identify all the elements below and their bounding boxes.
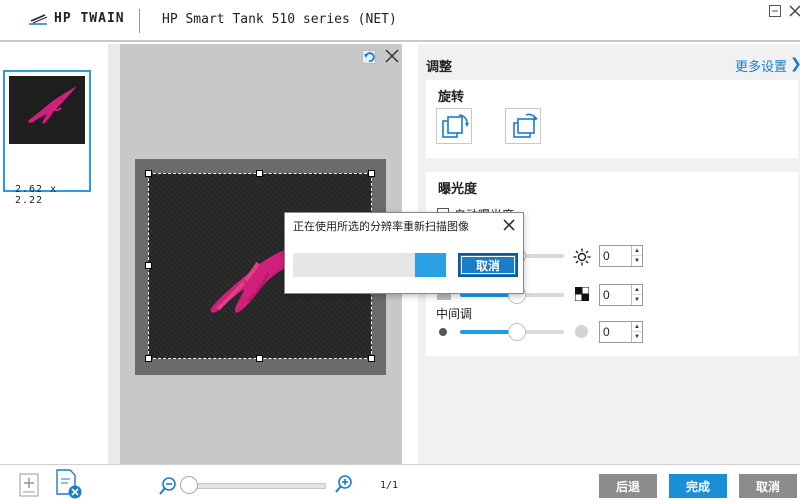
crop-handle-top[interactable] xyxy=(256,170,263,177)
crop-handle-top-right[interactable] xyxy=(368,170,375,177)
thumbnail-image xyxy=(9,76,85,144)
spin-up-icon[interactable]: ▲ xyxy=(632,285,642,295)
more-settings-link[interactable]: 更多设置 xyxy=(735,56,787,75)
progress-bar-fill xyxy=(415,253,446,277)
window-title: HP Smart Tank 510 series (NET) xyxy=(162,12,397,27)
title-bar: HP TWAIN HP Smart Tank 510 series (NET) xyxy=(0,0,800,42)
crop-handle-bottom-right[interactable] xyxy=(368,355,375,362)
crop-handle-bottom-left[interactable] xyxy=(145,355,152,362)
chevron-right-icon[interactable]: ❯ xyxy=(790,55,800,72)
rotate-right-button[interactable] xyxy=(505,108,541,144)
thumbnail-size-label: 2.62 x 2.22 xyxy=(15,184,58,206)
midtones-spinner[interactable]: ▲ ▼ xyxy=(631,322,642,342)
brightness-spinner[interactable]: ▲ ▼ xyxy=(631,246,642,266)
spin-up-icon[interactable]: ▲ xyxy=(632,322,642,332)
brightness-value: 0 xyxy=(603,249,610,263)
progress-bar xyxy=(293,253,446,277)
spin-down-icon[interactable]: ▼ xyxy=(632,332,642,342)
rotate-card xyxy=(426,80,798,158)
zoom-in-icon xyxy=(335,475,352,493)
dialog-cancel-button[interactable]: 取消 xyxy=(458,253,518,277)
zoom-slider-thumb[interactable] xyxy=(180,476,198,494)
midtones-input[interactable]: 0 ▲ ▼ xyxy=(599,321,643,343)
embroidery-figure-image xyxy=(28,86,77,124)
cancel-button[interactable]: 取消 xyxy=(739,474,797,498)
adjust-title: 调整 xyxy=(426,59,453,74)
sun-icon xyxy=(573,248,591,266)
dialog-close-button[interactable] xyxy=(501,217,517,233)
rotate-title: 旋转 xyxy=(438,89,465,104)
thumbnail-panel: 2.62 x 2.22 xyxy=(0,44,108,464)
dark-dot-icon xyxy=(439,328,447,336)
back-button[interactable]: 后退 xyxy=(599,474,657,498)
page-count: 1/1 xyxy=(380,480,399,491)
midtones-value: 0 xyxy=(603,325,610,339)
title-separator xyxy=(139,9,140,33)
midtones-label: 中间调 xyxy=(436,307,473,321)
rotate-left-icon xyxy=(442,114,469,138)
dialog-title: 正在使用所选的分辨率重新扫描图像 xyxy=(293,221,469,233)
close-icon xyxy=(385,49,399,63)
close-window-button[interactable] xyxy=(788,4,800,18)
crop-handle-left[interactable] xyxy=(145,262,152,269)
reset-crop-button[interactable] xyxy=(362,50,376,64)
light-dot-icon xyxy=(575,325,588,338)
contrast-value: 0 xyxy=(603,288,610,302)
close-icon xyxy=(503,219,515,231)
minimize-button[interactable] xyxy=(768,4,782,18)
add-page-icon xyxy=(19,473,39,497)
midtones-slider-thumb[interactable] xyxy=(508,323,526,341)
preview-gutter xyxy=(108,44,120,464)
exposure-title: 曝光度 xyxy=(438,181,478,196)
midtones-slider[interactable] xyxy=(460,323,564,341)
minimize-icon xyxy=(769,5,781,17)
delete-page-button[interactable] xyxy=(54,468,82,500)
crop-handle-top-left[interactable] xyxy=(145,170,152,177)
logo-text: HP TWAIN xyxy=(54,11,125,26)
delete-page-icon xyxy=(56,469,82,499)
contrast-spinner[interactable]: ▲ ▼ xyxy=(631,285,642,305)
zoom-out-button[interactable] xyxy=(158,476,178,499)
crop-handle-bottom[interactable] xyxy=(256,355,263,362)
hp-logo-icon xyxy=(29,13,48,25)
spin-down-icon[interactable]: ▼ xyxy=(632,295,642,305)
add-page-button[interactable] xyxy=(16,468,44,500)
undo-icon xyxy=(364,52,375,62)
spin-down-icon[interactable]: ▼ xyxy=(632,256,642,266)
page-thumbnail[interactable]: 2.62 x 2.22 xyxy=(3,70,91,206)
rotate-right-icon xyxy=(513,113,538,138)
spin-up-icon[interactable]: ▲ xyxy=(632,246,642,256)
zoom-out-icon xyxy=(159,477,176,495)
high-contrast-icon xyxy=(575,287,589,301)
contrast-input[interactable]: 0 ▲ ▼ xyxy=(599,284,643,306)
hp-logo: HP TWAIN xyxy=(28,11,125,26)
zoom-slider[interactable] xyxy=(184,483,326,489)
zoom-in-button[interactable] xyxy=(334,474,354,497)
preview-close-button[interactable] xyxy=(384,48,402,66)
done-button[interactable]: 完成 xyxy=(669,474,727,498)
rescan-progress-dialog: 正在使用所选的分辨率重新扫描图像 取消 xyxy=(284,212,524,294)
rotate-left-button[interactable] xyxy=(436,108,472,144)
brightness-input[interactable]: 0 ▲ ▼ xyxy=(599,245,643,267)
close-icon xyxy=(789,5,800,17)
